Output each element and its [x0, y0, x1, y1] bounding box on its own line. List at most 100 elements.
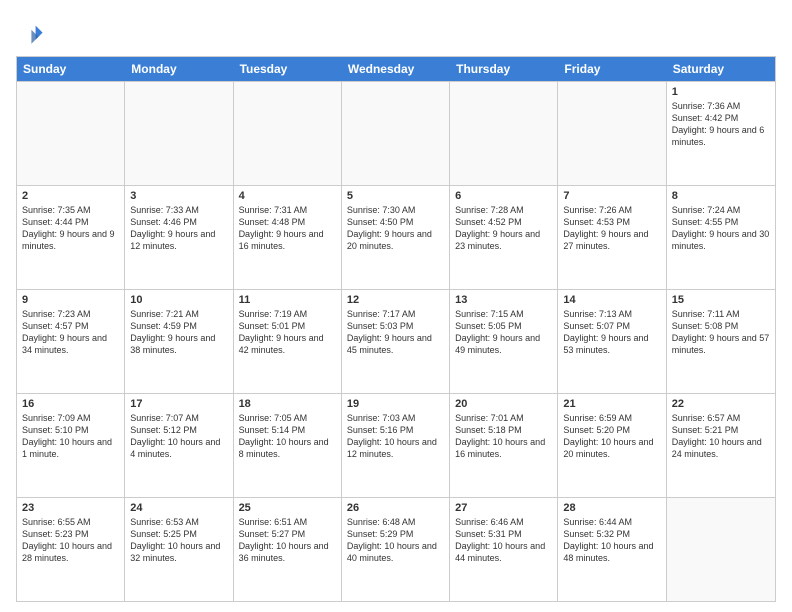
header	[16, 16, 776, 48]
empty-cell	[558, 82, 666, 185]
empty-cell	[125, 82, 233, 185]
logo	[16, 20, 48, 48]
day-number: 1	[672, 86, 770, 98]
day-number: 7	[563, 190, 660, 202]
day-cell-13: 13Sunrise: 7:15 AM Sunset: 5:05 PM Dayli…	[450, 290, 558, 393]
day-info: Sunrise: 6:57 AM Sunset: 5:21 PM Dayligh…	[672, 412, 770, 461]
day-info: Sunrise: 7:26 AM Sunset: 4:53 PM Dayligh…	[563, 204, 660, 253]
day-cell-1: 1 Sunrise: 7:36 AM Sunset: 4:42 PM Daylig…	[667, 82, 775, 185]
day-number: 5	[347, 190, 444, 202]
day-cell-5: 5 Sunrise: 7:30 AM Sunset: 4:50 PM Daylig…	[342, 186, 450, 289]
day-info: Sunrise: 6:48 AM Sunset: 5:29 PM Dayligh…	[347, 516, 444, 565]
day-number: 27	[455, 502, 552, 514]
day-number: 2	[22, 190, 119, 202]
day-cell-27: 27 Sunrise: 6:46 AM Sunset: 5:31 PM Dayli…	[450, 498, 558, 601]
day-cell-3: 3 Sunrise: 7:33 AM Sunset: 4:46 PM Daylig…	[125, 186, 233, 289]
day-info: Sunrise: 7:09 AM Sunset: 5:10 PM Dayligh…	[22, 412, 119, 461]
day-info: Sunrise: 6:44 AM Sunset: 5:32 PM Dayligh…	[563, 516, 660, 565]
day-cell-23: 23 Sunrise: 6:55 AM Sunset: 5:23 PM Dayli…	[17, 498, 125, 601]
day-number: 3	[130, 190, 227, 202]
day-info: Sunrise: 6:59 AM Sunset: 5:20 PM Dayligh…	[563, 412, 660, 461]
day-cell-21: 21Sunrise: 6:59 AM Sunset: 5:20 PM Dayli…	[558, 394, 666, 497]
day-info: Sunrise: 7:24 AM Sunset: 4:55 PM Dayligh…	[672, 204, 770, 253]
day-number: 19	[347, 398, 444, 410]
day-cell-25: 25Sunrise: 6:51 AM Sunset: 5:27 PM Dayli…	[234, 498, 342, 601]
day-number: 4	[239, 190, 336, 202]
week-row-2: 2 Sunrise: 7:35 AM Sunset: 4:44 PM Daylig…	[17, 185, 775, 289]
empty-cell	[234, 82, 342, 185]
day-number: 13	[455, 294, 552, 306]
logo-icon	[16, 20, 44, 48]
day-cell-16: 16 Sunrise: 7:09 AM Sunset: 5:10 PM Dayli…	[17, 394, 125, 497]
day-info: Sunrise: 6:46 AM Sunset: 5:31 PM Dayligh…	[455, 516, 552, 565]
day-cell-12: 12 Sunrise: 7:17 AM Sunset: 5:03 PM Dayli…	[342, 290, 450, 393]
day-info: Sunrise: 7:19 AM Sunset: 5:01 PM Dayligh…	[239, 308, 336, 357]
day-number: 18	[239, 398, 336, 410]
calendar: SundayMondayTuesdayWednesdayThursdayFrid…	[16, 56, 776, 602]
day-number: 14	[563, 294, 660, 306]
day-cell-2: 2 Sunrise: 7:35 AM Sunset: 4:44 PM Daylig…	[17, 186, 125, 289]
day-info: Sunrise: 7:01 AM Sunset: 5:18 PM Dayligh…	[455, 412, 552, 461]
day-info: Sunrise: 7:30 AM Sunset: 4:50 PM Dayligh…	[347, 204, 444, 253]
week-row-5: 23 Sunrise: 6:55 AM Sunset: 5:23 PM Dayli…	[17, 497, 775, 601]
day-info: Sunrise: 7:36 AM Sunset: 4:42 PM Dayligh…	[672, 100, 770, 149]
empty-cell	[667, 498, 775, 601]
calendar-body: 1 Sunrise: 7:36 AM Sunset: 4:42 PM Daylig…	[17, 81, 775, 601]
day-cell-28: 28 Sunrise: 6:44 AM Sunset: 5:32 PM Dayli…	[558, 498, 666, 601]
day-info: Sunrise: 7:17 AM Sunset: 5:03 PM Dayligh…	[347, 308, 444, 357]
day-cell-10: 10Sunrise: 7:21 AM Sunset: 4:59 PM Dayli…	[125, 290, 233, 393]
day-info: Sunrise: 7:31 AM Sunset: 4:48 PM Dayligh…	[239, 204, 336, 253]
day-cell-6: 6 Sunrise: 7:28 AM Sunset: 4:52 PM Daylig…	[450, 186, 558, 289]
empty-cell	[342, 82, 450, 185]
day-number: 10	[130, 294, 227, 306]
day-number: 17	[130, 398, 227, 410]
day-cell-26: 26 Sunrise: 6:48 AM Sunset: 5:29 PM Dayli…	[342, 498, 450, 601]
week-row-3: 9 Sunrise: 7:23 AM Sunset: 4:57 PM Daylig…	[17, 289, 775, 393]
day-number: 16	[22, 398, 119, 410]
day-info: Sunrise: 7:35 AM Sunset: 4:44 PM Dayligh…	[22, 204, 119, 253]
day-header-thursday: Thursday	[450, 57, 558, 81]
day-header-sunday: Sunday	[17, 57, 125, 81]
day-cell-24: 24 Sunrise: 6:53 AM Sunset: 5:25 PM Dayli…	[125, 498, 233, 601]
day-header-friday: Friday	[558, 57, 666, 81]
day-number: 12	[347, 294, 444, 306]
day-info: Sunrise: 7:03 AM Sunset: 5:16 PM Dayligh…	[347, 412, 444, 461]
day-info: Sunrise: 6:53 AM Sunset: 5:25 PM Dayligh…	[130, 516, 227, 565]
day-info: Sunrise: 7:05 AM Sunset: 5:14 PM Dayligh…	[239, 412, 336, 461]
day-number: 26	[347, 502, 444, 514]
day-cell-15: 15 Sunrise: 7:11 AM Sunset: 5:08 PM Dayli…	[667, 290, 775, 393]
week-row-1: 1 Sunrise: 7:36 AM Sunset: 4:42 PM Daylig…	[17, 81, 775, 185]
week-row-4: 16 Sunrise: 7:09 AM Sunset: 5:10 PM Dayli…	[17, 393, 775, 497]
day-cell-14: 14 Sunrise: 7:13 AM Sunset: 5:07 PM Dayli…	[558, 290, 666, 393]
empty-cell	[17, 82, 125, 185]
day-number: 22	[672, 398, 770, 410]
day-cell-20: 20Sunrise: 7:01 AM Sunset: 5:18 PM Dayli…	[450, 394, 558, 497]
day-info: Sunrise: 7:13 AM Sunset: 5:07 PM Dayligh…	[563, 308, 660, 357]
day-cell-11: 11Sunrise: 7:19 AM Sunset: 5:01 PM Dayli…	[234, 290, 342, 393]
day-number: 9	[22, 294, 119, 306]
day-number: 15	[672, 294, 770, 306]
empty-cell	[450, 82, 558, 185]
calendar-header: SundayMondayTuesdayWednesdayThursdayFrid…	[17, 57, 775, 81]
day-cell-18: 18 Sunrise: 7:05 AM Sunset: 5:14 PM Dayli…	[234, 394, 342, 497]
day-cell-7: 7 Sunrise: 7:26 AM Sunset: 4:53 PM Daylig…	[558, 186, 666, 289]
day-number: 23	[22, 502, 119, 514]
day-cell-19: 19 Sunrise: 7:03 AM Sunset: 5:16 PM Dayli…	[342, 394, 450, 497]
day-cell-4: 4 Sunrise: 7:31 AM Sunset: 4:48 PM Daylig…	[234, 186, 342, 289]
day-header-wednesday: Wednesday	[342, 57, 450, 81]
day-cell-8: 8 Sunrise: 7:24 AM Sunset: 4:55 PM Daylig…	[667, 186, 775, 289]
day-number: 6	[455, 190, 552, 202]
day-header-tuesday: Tuesday	[234, 57, 342, 81]
day-number: 8	[672, 190, 770, 202]
day-info: Sunrise: 7:11 AM Sunset: 5:08 PM Dayligh…	[672, 308, 770, 357]
day-number: 25	[239, 502, 336, 514]
day-info: Sunrise: 6:55 AM Sunset: 5:23 PM Dayligh…	[22, 516, 119, 565]
day-info: Sunrise: 7:33 AM Sunset: 4:46 PM Dayligh…	[130, 204, 227, 253]
day-info: Sunrise: 7:28 AM Sunset: 4:52 PM Dayligh…	[455, 204, 552, 253]
day-number: 24	[130, 502, 227, 514]
day-cell-9: 9 Sunrise: 7:23 AM Sunset: 4:57 PM Daylig…	[17, 290, 125, 393]
day-header-monday: Monday	[125, 57, 233, 81]
day-info: Sunrise: 7:23 AM Sunset: 4:57 PM Dayligh…	[22, 308, 119, 357]
page: SundayMondayTuesdayWednesdayThursdayFrid…	[0, 0, 792, 612]
day-number: 28	[563, 502, 660, 514]
